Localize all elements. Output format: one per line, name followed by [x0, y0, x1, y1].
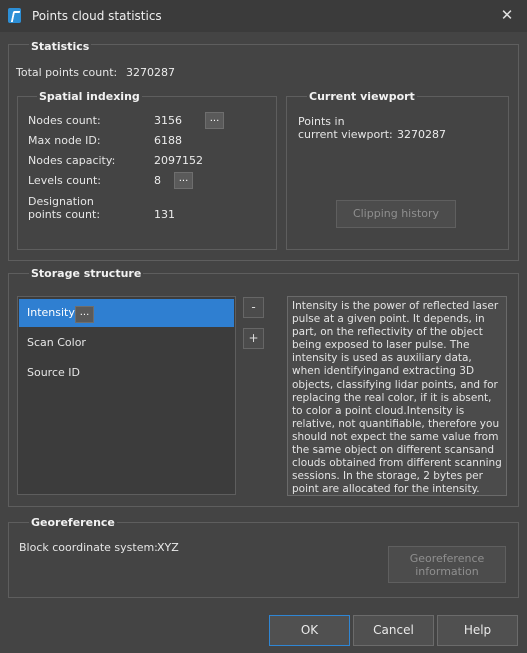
nodes-count-label: Nodes count:: [28, 114, 101, 127]
close-icon[interactable]: ✕: [495, 4, 519, 26]
intensity-more-button[interactable]: ...: [75, 306, 94, 323]
list-item-source-id[interactable]: Source ID: [19, 359, 234, 387]
georeference-information-button[interactable]: Georeference information: [388, 546, 506, 583]
list-item-label: Intensity: [27, 306, 75, 319]
designation-label-line2: points count:: [28, 208, 101, 221]
remove-field-button[interactable]: -: [243, 297, 264, 318]
ok-button[interactable]: OK: [269, 615, 350, 646]
window-title: Points cloud statistics: [32, 9, 162, 23]
help-button[interactable]: Help: [437, 615, 518, 646]
current-viewport-title: Current viewport: [307, 90, 417, 103]
max-node-id-label: Max node ID:: [28, 134, 101, 147]
list-item-intensity[interactable]: Intensity: [19, 299, 234, 327]
max-node-id-value: 6188: [154, 134, 182, 147]
viewport-points-label-line2: current viewport:: [298, 128, 393, 141]
block-coordinate-system-label: Block coordinate system:: [19, 541, 158, 554]
designation-value: 131: [154, 208, 175, 221]
storage-field-list[interactable]: Intensity Scan Color Source ID: [17, 296, 236, 495]
nodes-capacity-value: 2097152: [154, 154, 203, 167]
levels-count-more-button[interactable]: ...: [174, 172, 193, 189]
statistics-title: Statistics: [29, 40, 92, 53]
list-item-label: Source ID: [27, 366, 80, 379]
designation-label-line1: Designation: [28, 195, 94, 208]
levels-count-label: Levels count:: [28, 174, 102, 187]
spatial-indexing-title: Spatial indexing: [37, 90, 142, 103]
levels-count-value: 8: [154, 174, 161, 187]
total-points-label: Total points count:: [16, 66, 118, 79]
list-item-label: Scan Color: [27, 336, 86, 349]
cancel-button[interactable]: Cancel: [353, 615, 434, 646]
clipping-history-button[interactable]: Clipping history: [336, 200, 456, 228]
viewport-points-value: 3270287: [397, 128, 446, 141]
field-description: Intensity is the power of reflected lase…: [287, 296, 507, 496]
nodes-count-more-button[interactable]: ...: [205, 112, 224, 129]
nodes-capacity-label: Nodes capacity:: [28, 154, 116, 167]
storage-structure-title: Storage structure: [29, 267, 144, 280]
georeference-title: Georeference: [29, 516, 117, 529]
total-points-value: 3270287: [126, 66, 175, 79]
block-coordinate-system-value: XYZ: [157, 541, 179, 554]
georeference-button-line1: Georeference: [409, 552, 485, 565]
list-item-scan-color[interactable]: Scan Color: [19, 329, 234, 357]
points-cloud-app-icon: [8, 8, 21, 23]
add-field-button[interactable]: +: [243, 328, 264, 349]
georeference-button-line2: information: [415, 565, 479, 578]
viewport-points-label-line1: Points in: [298, 115, 345, 128]
nodes-count-value: 3156: [154, 114, 182, 127]
